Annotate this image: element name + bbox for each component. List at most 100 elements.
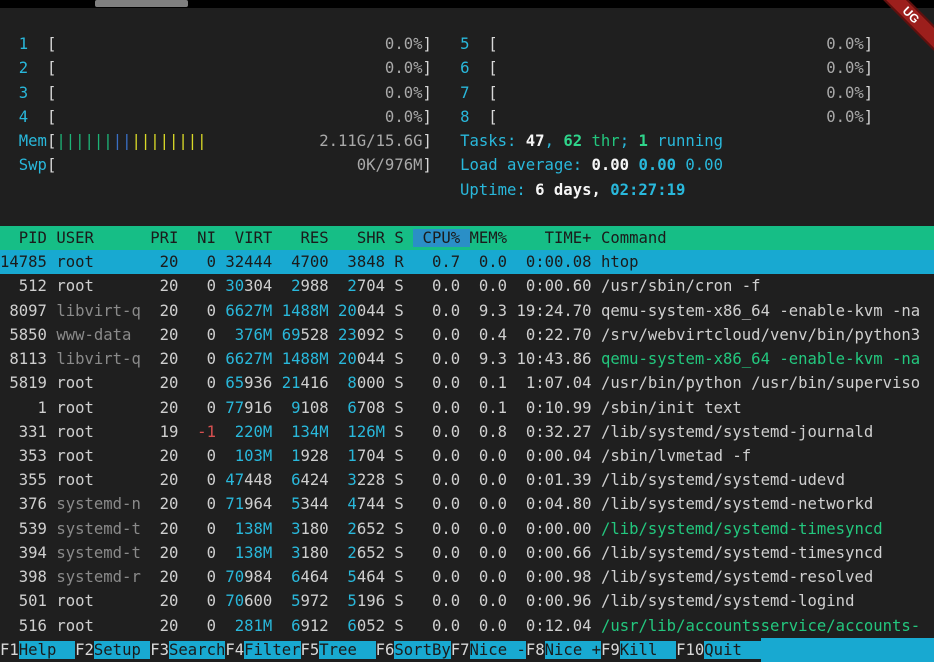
fkey-nice[interactable]: F8Nice +: [526, 638, 601, 662]
fkey-nice[interactable]: F7Nice -: [451, 638, 526, 662]
cell-pid: 331: [0, 423, 47, 441]
cell-shr: 6052: [338, 617, 385, 635]
process-row-376[interactable]: 376 systemd-n 20 0 71964 5344 4744 S 0.0…: [0, 492, 934, 516]
cell-s: S: [394, 617, 403, 635]
memory-meter: Mem[|||||||||||||||| 2.11G/15.6G]: [19, 132, 432, 150]
cell-cmd: qemu-system-x86_64 -enable-kvm -na: [601, 350, 920, 368]
cell-cmd: /usr/sbin/cron -f: [601, 277, 761, 295]
cell-cmd: /lib/systemd/systemd-timesyncd: [601, 520, 883, 538]
cell-cmd: qemu-system-x86_64 -enable-kvm -na: [601, 302, 920, 320]
cell-shr: 126M: [338, 423, 385, 441]
column-header-virt[interactable]: VIRT: [225, 229, 272, 247]
cpu-meter-1: 1 [ 0.0%]: [19, 35, 432, 53]
cell-pri: 19: [150, 423, 178, 441]
cell-cpu: 0.0: [423, 447, 461, 465]
fkey-tree[interactable]: F5Tree: [301, 638, 376, 662]
cell-user: libvirt-q: [56, 302, 141, 320]
column-header-cpu[interactable]: CPU%: [413, 229, 469, 247]
cell-cpu: 0.0: [423, 520, 461, 538]
cell-pid: 501: [0, 592, 47, 610]
cell-cpu: 0.0: [423, 592, 461, 610]
cell-virt: 138M: [225, 544, 272, 562]
cell-ni: 0: [188, 302, 216, 320]
cell-cmd: /usr/bin/python /usr/bin/superviso: [601, 374, 920, 392]
cell-cpu: 0.0: [423, 326, 461, 344]
cell-pri: 20: [150, 350, 178, 368]
cell-ni: 0: [188, 350, 216, 368]
process-row-355[interactable]: 355 root 20 0 47448 6424 3228 S 0.0 0.0 …: [0, 468, 934, 492]
load-average: Load average: 0.00 0.00 0.00: [460, 156, 723, 174]
cell-pri: 20: [150, 495, 178, 513]
column-header-ni[interactable]: NI: [188, 229, 216, 247]
process-row-5850[interactable]: 5850 www-data 20 0 376M 69528 23092 S 0.…: [0, 323, 934, 347]
cell-pri: 20: [150, 253, 178, 271]
cell-user: root: [56, 471, 141, 489]
cell-time: 0:32.27: [507, 423, 592, 441]
cell-ni: 0: [188, 568, 216, 586]
process-row-512[interactable]: 512 root 20 0 30304 2988 2704 S 0.0 0.0 …: [0, 274, 934, 298]
process-row-501[interactable]: 501 root 20 0 70600 5972 5196 S 0.0 0.0 …: [0, 589, 934, 613]
cell-user: root: [56, 423, 141, 441]
cell-pri: 20: [150, 617, 178, 635]
cell-time: 0:00.66: [507, 544, 592, 562]
process-row-394[interactable]: 394 systemd-t 20 0 138M 3180 2652 S 0.0 …: [0, 541, 934, 565]
column-header-time[interactable]: TIME+: [507, 229, 592, 247]
process-row-1[interactable]: 1 root 20 0 77916 9108 6708 S 0.0 0.1 0:…: [0, 396, 934, 420]
cell-pri: 20: [150, 399, 178, 417]
cell-pid: 376: [0, 495, 47, 513]
column-header-user[interactable]: USER: [56, 229, 141, 247]
cell-user: systemd-t: [56, 520, 141, 538]
column-header-cmd[interactable]: Command: [601, 229, 667, 247]
cpu-meter-4: 4 [ 0.0%]: [19, 108, 432, 126]
cell-cmd: htop: [601, 253, 639, 271]
cell-cpu: 0.0: [423, 495, 461, 513]
column-header-mem[interactable]: MEM%: [470, 229, 508, 247]
cell-virt: 103M: [225, 447, 272, 465]
fkey-search[interactable]: F3Search: [150, 638, 225, 662]
process-row-331[interactable]: 331 root 19 -1 220M 134M 126M S 0.0 0.8 …: [0, 420, 934, 444]
cpu-meter-5: 5 [ 0.0%]: [460, 35, 873, 53]
cell-ni: 0: [188, 253, 216, 271]
cell-ni: -1: [188, 423, 216, 441]
cell-virt: 71964: [225, 495, 272, 513]
top-bar-handle: [95, 0, 188, 7]
fkey-sortby[interactable]: F6SortBy: [376, 638, 451, 662]
process-row-8097[interactable]: 8097 libvirt-q 20 0 6627M 1488M 20044 S …: [0, 299, 934, 323]
cell-user: root: [56, 374, 141, 392]
cell-cpu: 0.0: [423, 471, 461, 489]
column-header-pid[interactable]: PID: [0, 229, 47, 247]
cell-mem: 0.0: [470, 520, 508, 538]
process-row-398[interactable]: 398 systemd-r 20 0 70984 6464 5464 S 0.0…: [0, 565, 934, 589]
cell-pid: 8113: [0, 350, 47, 368]
fkey-kill[interactable]: F9Kill: [601, 638, 676, 662]
fkey-help[interactable]: F1Help: [0, 638, 75, 662]
process-row-14785[interactable]: 14785 root 20 0 32444 4700 3848 R 0.7 0.…: [0, 250, 934, 274]
fkey-filter[interactable]: F4Filter: [225, 638, 300, 662]
cell-virt: 281M: [225, 617, 272, 635]
cell-pid: 398: [0, 568, 47, 586]
process-row-539[interactable]: 539 systemd-t 20 0 138M 3180 2652 S 0.0 …: [0, 517, 934, 541]
cell-mem: 9.3: [470, 350, 508, 368]
cell-mem: 0.0: [470, 617, 508, 635]
htop-terminal: 1 [ 0.0%] 5 [ 0.0%] 2 [ 0.0%] 6 [ 0.0%] …: [0, 8, 934, 662]
process-row-516[interactable]: 516 root 20 0 281M 6912 6052 S 0.0 0.0 0…: [0, 614, 934, 638]
column-header-res[interactable]: RES: [282, 229, 329, 247]
cell-res: 6912: [282, 617, 329, 635]
cell-mem: 0.8: [470, 423, 508, 441]
column-header-pri[interactable]: PRI: [150, 229, 178, 247]
cell-s: S: [394, 374, 403, 392]
cell-cpu: 0.7: [423, 253, 461, 271]
column-header-shr[interactable]: SHR: [338, 229, 385, 247]
process-row-353[interactable]: 353 root 20 0 103M 1928 1704 S 0.0 0.0 0…: [0, 444, 934, 468]
cell-pid: 5850: [0, 326, 47, 344]
cell-cmd: /sbin/lvmetad -f: [601, 447, 751, 465]
cell-s: S: [394, 592, 403, 610]
fkey-quit[interactable]: F10Quit: [676, 638, 761, 662]
cell-s: S: [394, 423, 403, 441]
process-row-8113[interactable]: 8113 libvirt-q 20 0 6627M 1488M 20044 S …: [0, 347, 934, 371]
fkey-setup[interactable]: F2Setup: [75, 638, 150, 662]
column-header-s[interactable]: S: [394, 229, 403, 247]
cell-user: systemd-t: [56, 544, 141, 562]
cell-user: root: [56, 617, 141, 635]
process-row-5819[interactable]: 5819 root 20 0 65936 21416 8000 S 0.0 0.…: [0, 371, 934, 395]
